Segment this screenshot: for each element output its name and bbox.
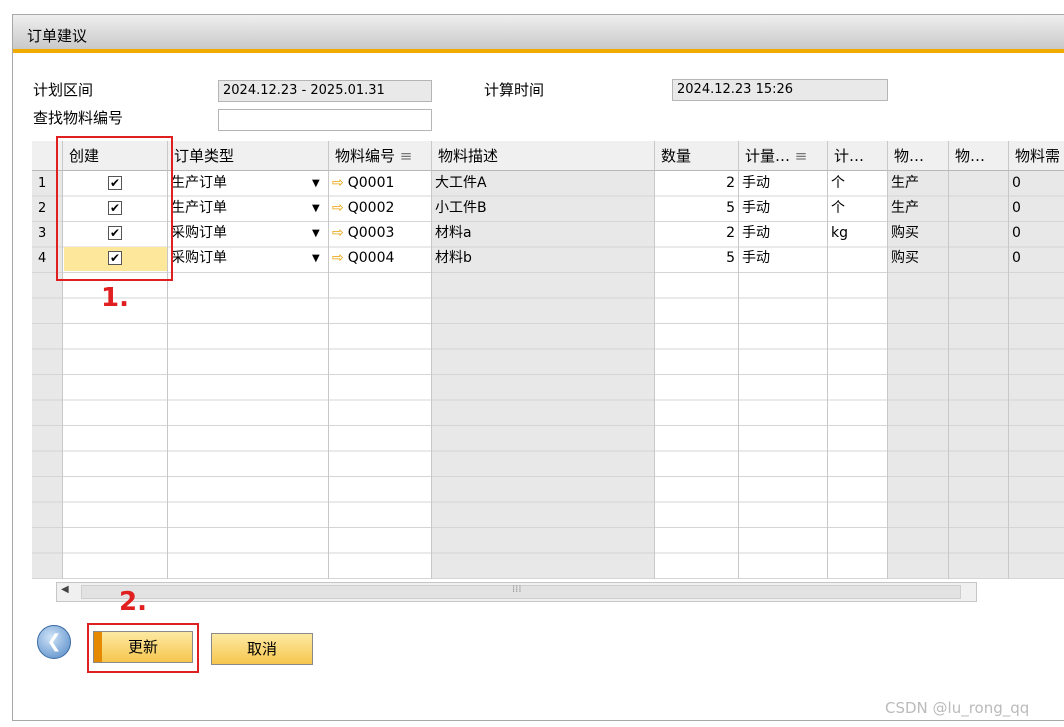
requirement-cell: 0 bbox=[1012, 175, 1021, 191]
update-button[interactable]: 更新 bbox=[93, 631, 193, 663]
dropdown-arrow-icon[interactable]: ▼ bbox=[312, 178, 320, 189]
plan-range-label: 计划区间 bbox=[33, 81, 94, 99]
column-header-order-type[interactable]: 订单类型 bbox=[168, 141, 329, 171]
order-type-cell[interactable]: 采购订单 bbox=[168, 221, 308, 246]
col9-cell bbox=[949, 246, 1009, 271]
item-code-cell[interactable]: ⇨ Q0002 bbox=[329, 196, 432, 221]
procurement-cell: 购买 bbox=[891, 250, 919, 266]
link-arrow-icon[interactable]: ⇨ bbox=[332, 171, 344, 196]
item-code-text: Q0003 bbox=[347, 225, 395, 241]
procurement-cell: 生产 bbox=[891, 200, 919, 216]
watermark-text: CSDN @lu_rong_qq bbox=[885, 699, 1030, 717]
quantity-cell[interactable]: 2 bbox=[655, 171, 735, 196]
quantity-cell[interactable]: 2 bbox=[655, 221, 735, 246]
annotation-step-1: 1. bbox=[101, 283, 129, 313]
column-menu-icon[interactable]: ≡ bbox=[400, 147, 413, 165]
annotation-box-create-column bbox=[56, 136, 173, 281]
column-header-quantity[interactable]: 数量 bbox=[655, 141, 739, 171]
requirement-cell: 0 bbox=[1012, 250, 1021, 266]
search-item-input[interactable] bbox=[218, 109, 432, 131]
link-arrow-icon[interactable]: ⇨ bbox=[332, 196, 344, 221]
annotation-step-2: 2. bbox=[119, 587, 147, 617]
scroll-left-icon[interactable]: ◀ bbox=[61, 584, 69, 595]
quantity-cell[interactable]: 5 bbox=[655, 196, 735, 221]
uom-type-cell[interactable]: 手动 bbox=[739, 171, 828, 196]
column-header-procurement[interactable]: 物… bbox=[888, 141, 949, 171]
description-cell: 小工件B bbox=[435, 200, 487, 216]
column-header-unit[interactable]: 计… bbox=[828, 141, 888, 171]
requirement-cell: 0 bbox=[1012, 200, 1021, 216]
back-arrow-icon[interactable]: ❮ bbox=[37, 625, 71, 659]
order-recommendation-window: 订单建议 计划区间 2024.12.23 - 2025.01.31 计算时间 2… bbox=[12, 14, 1064, 721]
order-type-cell[interactable]: 采购订单 bbox=[168, 246, 308, 271]
quantity-cell[interactable]: 5 bbox=[655, 246, 735, 271]
uom-type-header-label: 计量… bbox=[745, 147, 791, 165]
unit-cell[interactable]: 个 bbox=[828, 196, 888, 221]
uom-type-cell[interactable]: 手动 bbox=[739, 196, 828, 221]
col9-cell bbox=[949, 196, 1009, 221]
item-code-text: Q0001 bbox=[347, 175, 395, 191]
search-item-label: 查找物料编号 bbox=[33, 109, 124, 127]
column-header-col9[interactable]: 物… bbox=[949, 141, 1009, 171]
item-code-cell[interactable]: ⇨ Q0004 bbox=[329, 246, 432, 271]
procurement-cell: 购买 bbox=[891, 225, 919, 241]
requirement-cell: 0 bbox=[1012, 225, 1021, 241]
unit-cell[interactable]: 个 bbox=[828, 171, 888, 196]
column-header-description[interactable]: 物料描述 bbox=[432, 141, 655, 171]
description-cell: 材料b bbox=[435, 250, 472, 266]
unit-cell[interactable]: kg bbox=[828, 221, 888, 246]
horizontal-scrollbar[interactable]: ◀ ⁞⁞⁞ bbox=[56, 582, 977, 602]
item-code-cell[interactable]: ⇨ Q0001 bbox=[329, 171, 432, 196]
column-header-uom-type[interactable]: 计量… ≡ bbox=[739, 141, 828, 171]
unit-cell[interactable] bbox=[828, 246, 888, 271]
update-button-label: 更新 bbox=[127, 638, 158, 656]
window-titlebar: 订单建议 bbox=[13, 15, 1064, 53]
column-header-requirement[interactable]: 物料需 bbox=[1009, 141, 1064, 171]
procurement-cell: 生产 bbox=[891, 175, 919, 191]
col9-cell bbox=[949, 171, 1009, 196]
uom-type-cell[interactable]: 手动 bbox=[739, 246, 828, 271]
order-type-cell[interactable]: 生产订单 bbox=[168, 171, 308, 196]
calc-time-field: 2024.12.23 15:26 bbox=[672, 79, 888, 101]
uom-type-cell[interactable]: 手动 bbox=[739, 221, 828, 246]
dropdown-arrow-icon[interactable]: ▼ bbox=[312, 203, 320, 214]
link-arrow-icon[interactable]: ⇨ bbox=[332, 246, 344, 271]
cancel-button[interactable]: 取消 bbox=[211, 633, 313, 665]
scroll-grip-icon: ⁞⁞⁞ bbox=[512, 584, 522, 595]
order-type-cell[interactable]: 生产订单 bbox=[168, 196, 308, 221]
item-code-text: Q0004 bbox=[347, 250, 395, 266]
button-accent bbox=[94, 632, 102, 662]
item-code-text: Q0002 bbox=[347, 200, 395, 216]
description-cell: 大工件A bbox=[435, 175, 487, 191]
column-header-item-code[interactable]: 物料编号 ≡ bbox=[329, 141, 432, 171]
calc-time-label: 计算时间 bbox=[484, 81, 545, 99]
description-cell: 材料a bbox=[435, 225, 472, 241]
order-grid: 创建 订单类型 物料编号 ≡ 物料描述 数量 计量… ≡ 计… 物… 物… 物料… bbox=[32, 141, 1064, 706]
item-code-header-label: 物料编号 bbox=[335, 147, 396, 165]
link-arrow-icon[interactable]: ⇨ bbox=[332, 221, 344, 246]
item-code-cell[interactable]: ⇨ Q0003 bbox=[329, 221, 432, 246]
plan-range-field[interactable]: 2024.12.23 - 2025.01.31 bbox=[218, 80, 432, 102]
col9-cell bbox=[949, 221, 1009, 246]
column-menu-icon[interactable]: ≡ bbox=[795, 147, 808, 165]
dropdown-arrow-icon[interactable]: ▼ bbox=[312, 228, 320, 239]
window-title: 订单建议 bbox=[27, 27, 88, 45]
dropdown-arrow-icon[interactable]: ▼ bbox=[312, 253, 320, 264]
